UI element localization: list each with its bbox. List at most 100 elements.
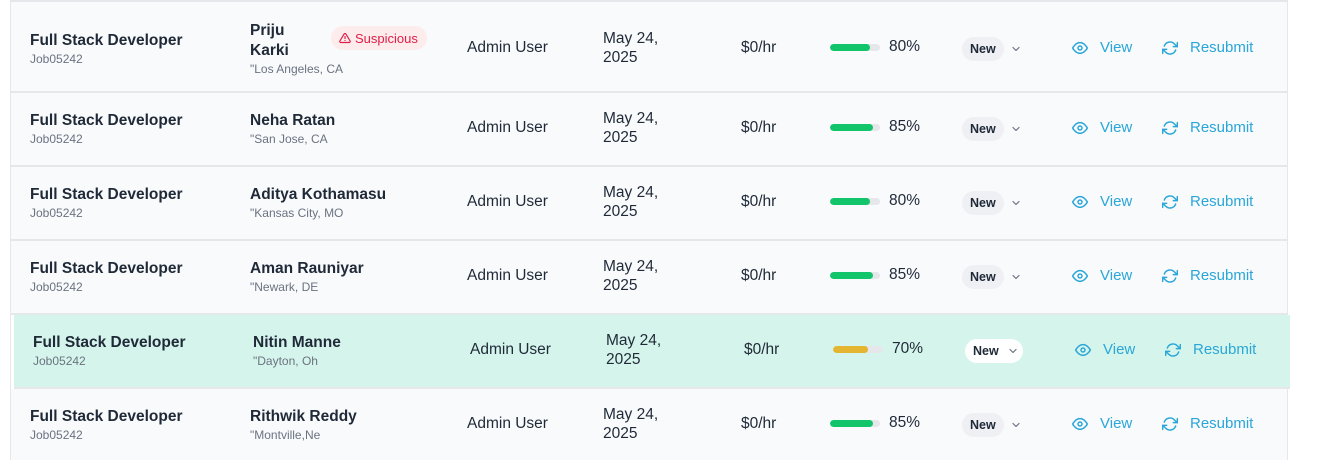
score-fill [830, 271, 873, 279]
job-title: Full Stack Developer [33, 334, 186, 351]
chevron-down-icon[interactable] [1007, 345, 1019, 357]
candidate-name-line2[interactable]: Karki [250, 41, 343, 61]
resubmit-button[interactable]: Resubmit [1162, 39, 1253, 56]
added-by: Admin User [467, 267, 548, 284]
view-button[interactable]: View [1072, 39, 1132, 56]
view-button[interactable]: View [1075, 341, 1135, 358]
resubmit-button[interactable]: Resubmit [1162, 415, 1253, 432]
score-label: 80% [889, 38, 921, 55]
view-label: View [1103, 341, 1136, 358]
chevron-down-icon[interactable] [1010, 419, 1022, 431]
date-line1: May 24, [606, 332, 662, 349]
score-bar [830, 123, 880, 131]
resubmit-button[interactable]: Resubmit [1162, 119, 1253, 136]
pay-rate: $0/hr [741, 267, 777, 284]
submitted-date: May 24, 2025 [603, 183, 683, 221]
job-id: Job05242 [30, 206, 83, 220]
added-by: Admin User [467, 415, 548, 432]
eye-icon [1075, 343, 1091, 356]
refresh-icon [1165, 342, 1181, 357]
resubmit-button[interactable]: Resubmit [1162, 193, 1253, 210]
score-label: 85% [889, 414, 921, 431]
status-pill[interactable]: New [962, 265, 1004, 289]
refresh-icon [1162, 268, 1178, 283]
resubmit-label: Resubmit [1190, 193, 1254, 210]
match-score: 80% [830, 192, 920, 210]
status-label: New [970, 42, 996, 56]
match-score: 85% [830, 414, 920, 432]
date-line1: May 24, [603, 406, 659, 423]
pay-rate: $0/hr [741, 193, 777, 210]
date-line2: 2025 [606, 351, 641, 368]
chevron-down-icon[interactable] [1010, 43, 1022, 55]
job-title: Full Stack Developer [30, 408, 183, 425]
eye-icon [1072, 41, 1088, 54]
submitted-date: May 24, 2025 [606, 331, 686, 369]
job-id: Job05242 [30, 280, 83, 294]
candidate-cell: Rithwik Reddy "Montville,Ne [250, 407, 357, 443]
candidate-name[interactable]: Nitin Manne [253, 333, 341, 353]
view-label: View [1100, 267, 1133, 284]
match-score: 80% [830, 38, 920, 56]
match-score: 85% [830, 118, 920, 136]
view-button[interactable]: View [1072, 415, 1132, 432]
status-dropdown[interactable]: New [965, 339, 1023, 363]
added-by: Admin User [467, 193, 548, 210]
status-pill[interactable]: New [962, 37, 1004, 61]
table-row[interactable]: Full Stack Developer Job05242 Priju Kark… [11, 0, 1287, 93]
date-line1: May 24, [603, 110, 659, 127]
status-dropdown[interactable]: New [962, 191, 1022, 215]
candidate-name[interactable]: Aman Rauniyar [250, 259, 364, 279]
score-fill [830, 197, 870, 205]
status-dropdown[interactable]: New [962, 117, 1022, 141]
refresh-icon [1162, 120, 1178, 135]
table-row[interactable]: Full Stack Developer Job05242 Aman Rauni… [11, 241, 1287, 315]
candidate-name-line1[interactable]: Priju [250, 21, 343, 41]
table-row[interactable]: Full Stack Developer Job05242 Aditya Kot… [11, 167, 1287, 241]
view-button[interactable]: View [1072, 267, 1132, 284]
status-label: New [970, 122, 996, 136]
candidate-name[interactable]: Neha Ratan [250, 111, 335, 131]
status-pill[interactable]: New [965, 339, 1007, 363]
score-label: 80% [889, 192, 921, 209]
status-pill[interactable]: New [962, 191, 1004, 215]
resubmit-button[interactable]: Resubmit [1162, 267, 1253, 284]
job-cell: Full Stack Developer Job05242 [30, 111, 182, 147]
candidate-location: "Kansas City, MO [250, 206, 344, 220]
pay-rate: $0/hr [741, 119, 777, 136]
score-bar [830, 271, 880, 279]
status-dropdown[interactable]: New [962, 413, 1022, 437]
table-row-highlighted[interactable]: Full Stack Developer Job05242 Nitin Mann… [14, 315, 1290, 389]
job-cell: Full Stack Developer Job05242 [33, 333, 185, 369]
status-toggle[interactable] [1004, 339, 1023, 363]
status-dropdown[interactable]: New [962, 265, 1022, 289]
submitted-date: May 24, 2025 [603, 257, 683, 295]
candidate-name[interactable]: Rithwik Reddy [250, 407, 357, 427]
resubmit-label: Resubmit [1190, 119, 1254, 136]
candidate-name[interactable]: Aditya Kothamasu [250, 185, 386, 205]
refresh-icon [1162, 194, 1178, 209]
table-row[interactable]: Full Stack Developer Job05242 Rithwik Re… [11, 389, 1287, 460]
job-cell: Full Stack Developer Job05242 [30, 407, 182, 443]
score-label: 85% [889, 266, 921, 283]
candidate-cell: Priju Karki "Los Angeles, CA [250, 21, 343, 77]
chevron-down-icon[interactable] [1010, 271, 1022, 283]
job-title: Full Stack Developer [30, 112, 183, 129]
view-button[interactable]: View [1072, 193, 1132, 210]
score-fill [830, 123, 873, 131]
chevron-down-icon[interactable] [1010, 123, 1022, 135]
view-button[interactable]: View [1072, 119, 1132, 136]
candidate-cell: Aditya Kothamasu "Kansas City, MO [250, 185, 386, 221]
chevron-down-icon[interactable] [1010, 197, 1022, 209]
submissions-table: Full Stack Developer Job05242 Priju Kark… [10, 0, 1290, 460]
status-pill[interactable]: New [962, 117, 1004, 141]
status-label: New [973, 344, 999, 358]
table-row[interactable]: Full Stack Developer Job05242 Neha Ratan… [11, 93, 1287, 167]
status-pill[interactable]: New [962, 413, 1004, 437]
view-label: View [1100, 119, 1133, 136]
status-dropdown[interactable]: New [962, 37, 1022, 61]
date-line2: 2025 [603, 277, 638, 294]
date-line1: May 24, [603, 30, 659, 47]
resubmit-button[interactable]: Resubmit [1165, 341, 1256, 358]
eye-icon [1072, 121, 1088, 134]
